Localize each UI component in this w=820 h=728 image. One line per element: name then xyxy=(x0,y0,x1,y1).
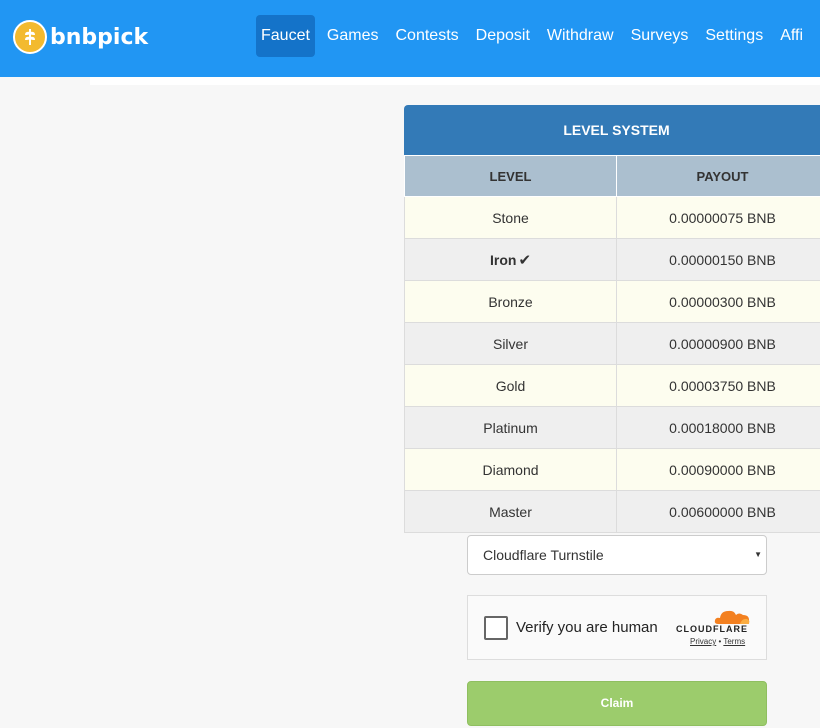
level-table: LEVEL PAYOUT Stone 0.00000075 BNB Iron ✔ … xyxy=(404,155,820,533)
payout-column-header: PAYOUT xyxy=(616,155,820,197)
level-cell: Silver xyxy=(404,322,617,365)
nav-games[interactable]: Games xyxy=(322,15,384,57)
cloudflare-cloud-icon xyxy=(714,610,750,624)
payout-cell: 0.00018000 BNB xyxy=(616,406,820,449)
payout-cell: 0.00600000 BNB xyxy=(616,490,820,533)
table-row: Bronze 0.00000300 BNB xyxy=(404,280,820,323)
level-table-header-row: LEVEL PAYOUT xyxy=(404,155,820,197)
cloudflare-links: Privacy • Terms xyxy=(690,637,745,646)
brand[interactable]: bnbpick xyxy=(13,19,148,55)
verify-checkbox[interactable] xyxy=(484,616,508,640)
level-system-title: LEVEL SYSTEM xyxy=(404,105,820,155)
level-column-header: LEVEL xyxy=(404,155,617,197)
brand-name: bnbpick xyxy=(50,24,149,50)
level-cell: Platinum xyxy=(404,406,617,449)
nav-settings[interactable]: Settings xyxy=(700,15,768,57)
dropdown-arrow-icon: ▼ xyxy=(754,550,762,559)
captcha-select-value: Cloudflare Turnstile xyxy=(483,547,604,563)
cloudflare-wordmark: CLOUDFLARE xyxy=(676,624,748,634)
nav-withdraw[interactable]: Withdraw xyxy=(542,15,619,57)
table-row: Master 0.00600000 BNB xyxy=(404,490,820,533)
table-row: Gold 0.00003750 BNB xyxy=(404,364,820,407)
level-cell-current: Iron ✔ xyxy=(404,238,617,281)
payout-cell: 0.00090000 BNB xyxy=(616,448,820,491)
terms-link[interactable]: Terms xyxy=(723,637,745,646)
payout-cell: 0.00003750 BNB xyxy=(616,364,820,407)
nav-affiliates[interactable]: Affi xyxy=(775,15,808,57)
level-cell: Master xyxy=(404,490,617,533)
main-nav: Faucet Games Contests Deposit Withdraw S… xyxy=(256,15,815,57)
nav-faucet[interactable]: Faucet xyxy=(256,15,315,57)
payout-cell: 0.00000900 BNB xyxy=(616,322,820,365)
table-row: Silver 0.00000900 BNB xyxy=(404,322,820,365)
top-navbar: bnbpick Faucet Games Contests Deposit Wi… xyxy=(0,0,820,77)
level-cell: Gold xyxy=(404,364,617,407)
nav-surveys[interactable]: Surveys xyxy=(626,15,694,57)
wheat-icon-graphic xyxy=(25,29,35,45)
table-row: Platinum 0.00018000 BNB xyxy=(404,406,820,449)
level-system-panel: LEVEL SYSTEM LEVEL PAYOUT Stone 0.000000… xyxy=(404,105,820,533)
level-cell: Stone xyxy=(404,196,617,239)
payout-cell: 0.00000075 BNB xyxy=(616,196,820,239)
sub-bar xyxy=(90,77,820,85)
nav-deposit[interactable]: Deposit xyxy=(471,15,535,57)
verify-label: Verify you are human xyxy=(516,619,658,636)
payout-cell: 0.00000300 BNB xyxy=(616,280,820,323)
captcha-select[interactable]: Cloudflare Turnstile ▼ xyxy=(467,535,767,575)
link-separator: • xyxy=(718,637,722,646)
level-cell: Bronze xyxy=(404,280,617,323)
turnstile-widget: Verify you are human CLOUDFLARE Privacy … xyxy=(467,595,767,660)
wheat-coin-icon xyxy=(13,20,47,54)
claim-button[interactable]: Claim xyxy=(467,681,767,726)
nav-contests[interactable]: Contests xyxy=(391,15,464,57)
checkmark-icon: ✔ xyxy=(518,251,532,269)
current-level-label: Iron xyxy=(489,251,517,268)
table-row: Stone 0.00000075 BNB xyxy=(404,196,820,239)
privacy-link[interactable]: Privacy xyxy=(690,637,716,646)
table-row: Diamond 0.00090000 BNB xyxy=(404,448,820,491)
table-row-current: Iron ✔ 0.00000150 BNB xyxy=(404,238,820,281)
payout-cell: 0.00000150 BNB xyxy=(616,238,820,281)
level-cell: Diamond xyxy=(404,448,617,491)
